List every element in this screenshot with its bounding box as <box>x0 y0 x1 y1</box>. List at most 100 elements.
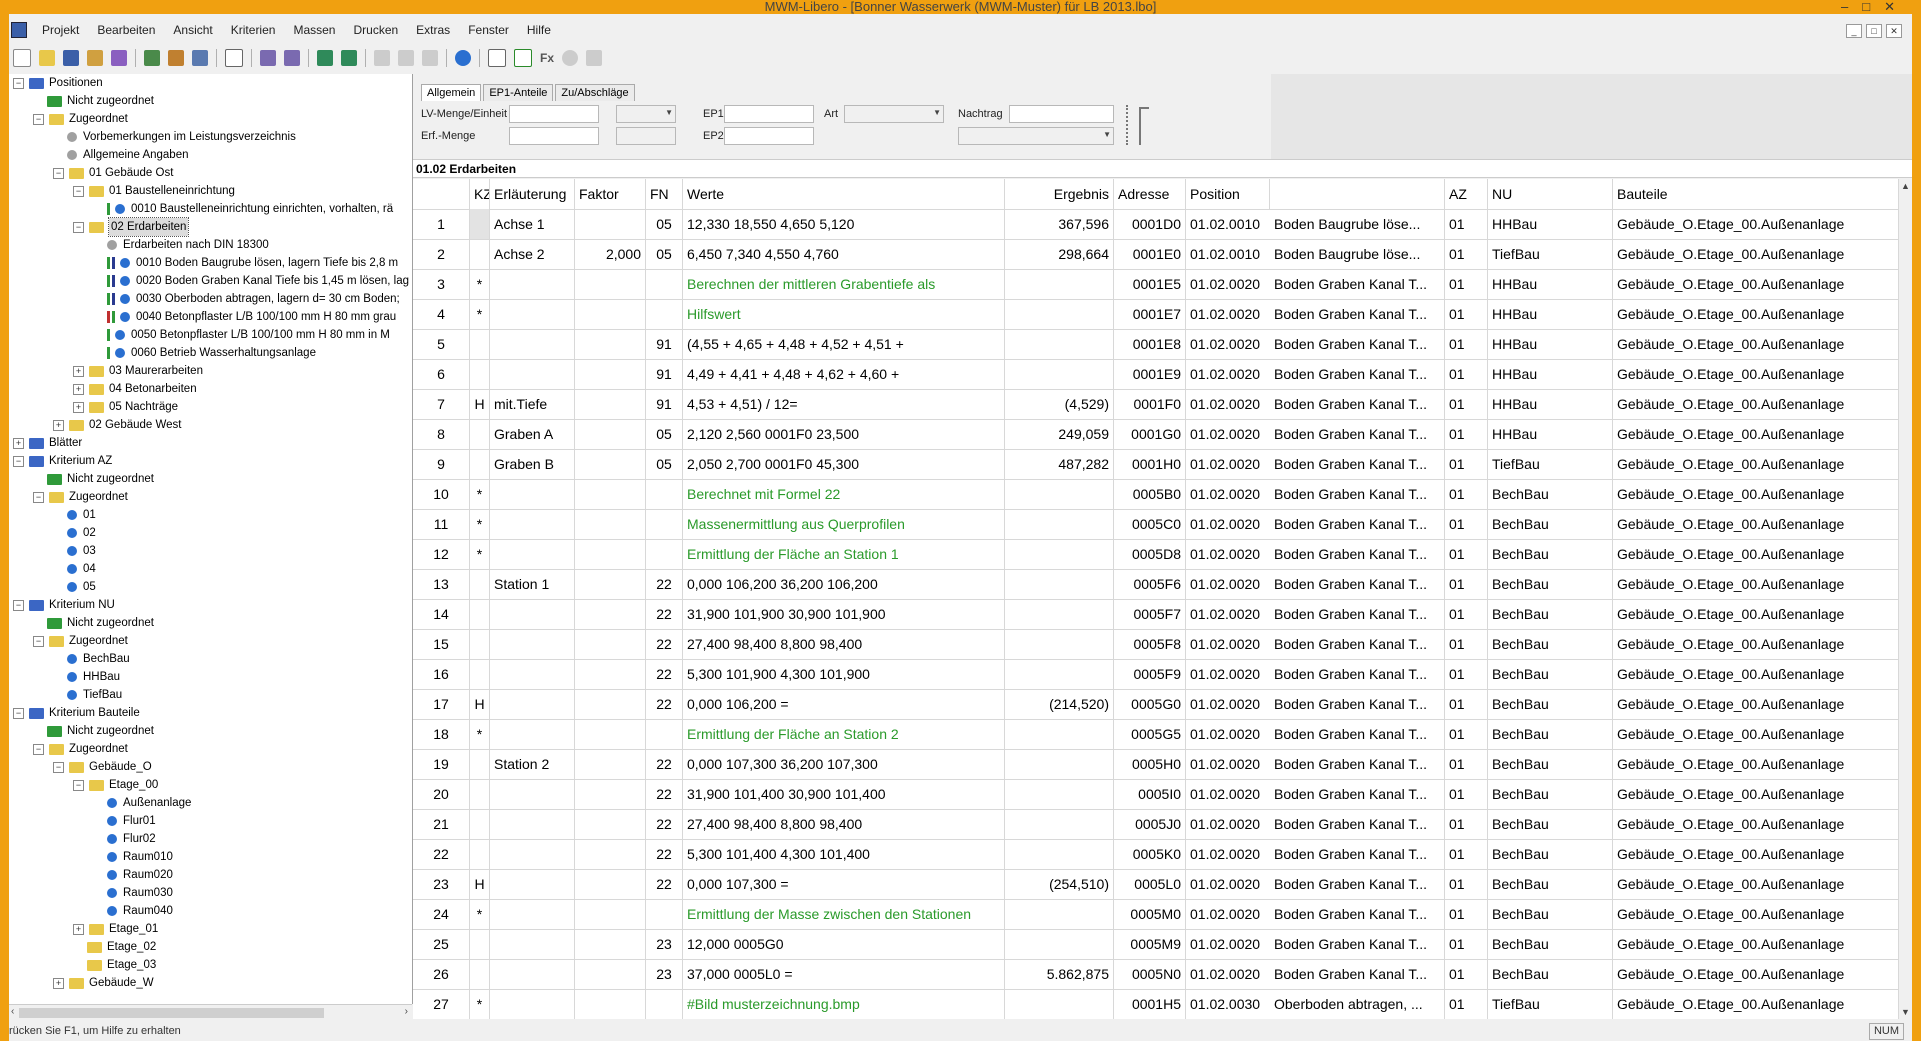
cell-werte[interactable]: 31,900 101,400 30,900 101,400 <box>683 779 1005 809</box>
cell-kz[interactable] <box>470 959 490 989</box>
cell-adr[interactable]: 0005M0 <box>1114 899 1186 929</box>
grid-vertical-scrollbar[interactable]: ▲ ▼ <box>1899 179 1912 1019</box>
cell-az[interactable]: 01 <box>1445 809 1488 839</box>
cell-fn[interactable]: 05 <box>646 449 683 479</box>
cell-erl[interactable] <box>490 359 575 389</box>
cell-az[interactable]: 01 <box>1445 419 1488 449</box>
cell-adr[interactable]: 0001F0 <box>1114 389 1186 419</box>
cell-az[interactable]: 01 <box>1445 479 1488 509</box>
cell-pos[interactable]: 01.02.0020 <box>1186 929 1270 959</box>
ep1-input[interactable] <box>724 105 814 123</box>
fx-label[interactable]: Fx <box>540 51 554 65</box>
cell-bt[interactable]: Gebäude_O.Etage_00.Außenanlage <box>1613 329 1899 359</box>
cell-postext[interactable]: Boden Graben Kanal T... <box>1270 329 1445 359</box>
tree-node[interactable]: Außenanlage <box>93 794 191 812</box>
arrow-up-icon[interactable] <box>317 50 333 66</box>
tree-node[interactable]: Nicht zugeordnet <box>33 470 154 488</box>
cell-nu[interactable]: HHBau <box>1488 419 1613 449</box>
cell-fn[interactable]: 22 <box>646 749 683 779</box>
splitter-handle[interactable] <box>1126 105 1140 145</box>
cell-pos[interactable]: 01.02.0020 <box>1186 749 1270 779</box>
cell-fn[interactable]: 22 <box>646 779 683 809</box>
cell-erl[interactable] <box>490 839 575 869</box>
cell-kz[interactable] <box>470 239 490 269</box>
tree-node[interactable]: +02 Gebäude West <box>53 416 182 434</box>
table-row[interactable]: 6 91 4,49 + 4,41 + 4,48 + 4,62 + 4,60 + 000… <box>413 359 1899 390</box>
cell-adr[interactable]: 0005L0 <box>1114 869 1186 899</box>
transfer-icon[interactable] <box>192 50 208 66</box>
cell-pos[interactable]: 01.02.0020 <box>1186 779 1270 809</box>
cell-pos[interactable]: 01.02.0020 <box>1186 959 1270 989</box>
cell-bt[interactable]: Gebäude_O.Etage_00.Außenanlage <box>1613 689 1899 719</box>
fn-header[interactable]: FN <box>646 179 683 209</box>
erlaeuterung-header[interactable]: Erläuterung <box>490 179 575 209</box>
cell-kz[interactable] <box>470 629 490 659</box>
cell-postext[interactable]: Oberboden abtragen, ... <box>1270 989 1445 1019</box>
menu-item[interactable]: Hilfe <box>518 23 560 37</box>
expand-icon[interactable]: + <box>73 383 84 395</box>
cell-postext[interactable]: Boden Graben Kanal T... <box>1270 839 1445 869</box>
cell-adr[interactable]: 0005B0 <box>1114 479 1186 509</box>
tree-node[interactable]: Nicht zugeordnet <box>33 92 154 110</box>
position-text-header[interactable] <box>1270 179 1445 209</box>
cell-kz[interactable]: * <box>470 479 490 509</box>
cell-kz[interactable] <box>470 209 490 239</box>
cell-pos[interactable]: 01.02.0020 <box>1186 809 1270 839</box>
cell-bt[interactable]: Gebäude_O.Etage_00.Außenanlage <box>1613 569 1899 599</box>
cell-bt[interactable]: Gebäude_O.Etage_00.Außenanlage <box>1613 299 1899 329</box>
cell-az[interactable]: 01 <box>1445 629 1488 659</box>
cell-az[interactable]: 01 <box>1445 569 1488 599</box>
cell-pos[interactable]: 01.02.0020 <box>1186 419 1270 449</box>
cell-nu[interactable]: BechBau <box>1488 779 1613 809</box>
cell-bt[interactable]: Gebäude_O.Etage_00.Außenanlage <box>1613 659 1899 689</box>
books-icon[interactable] <box>111 50 127 66</box>
cell-bt[interactable]: Gebäude_O.Etage_00.Außenanlage <box>1613 869 1899 899</box>
cell-erl[interactable]: mit.Tiefe <box>490 389 575 419</box>
cell-faktor[interactable] <box>575 779 646 809</box>
cell-faktor[interactable] <box>575 359 646 389</box>
cell-erg[interactable] <box>1005 509 1114 539</box>
cell-bt[interactable]: Gebäude_O.Etage_00.Außenanlage <box>1613 449 1899 479</box>
cell-faktor[interactable] <box>575 419 646 449</box>
new-icon[interactable] <box>13 49 31 67</box>
cell-nu[interactable]: HHBau <box>1488 329 1613 359</box>
cell-pos[interactable]: 01.02.0020 <box>1186 359 1270 389</box>
ep2-input[interactable] <box>724 127 814 145</box>
cell-fn[interactable]: 05 <box>646 239 683 269</box>
tree-node[interactable]: 0030 Oberboden abtragen, lagern d= 30 cm… <box>93 290 400 308</box>
tree-node[interactable]: Flur01 <box>93 812 156 830</box>
adresse-header[interactable]: Adresse <box>1114 179 1186 209</box>
tree-node[interactable]: Raum010 <box>93 848 173 866</box>
cell-faktor[interactable] <box>575 509 646 539</box>
cell-faktor[interactable] <box>575 269 646 299</box>
tree-node[interactable]: Nicht zugeordnet <box>33 722 154 740</box>
restore-icon[interactable]: □ <box>1866 24 1882 38</box>
cell-fn[interactable]: 91 <box>646 329 683 359</box>
cell-fn[interactable]: 22 <box>646 839 683 869</box>
help-icon[interactable] <box>455 50 471 66</box>
cell-pos[interactable]: 01.02.0020 <box>1186 509 1270 539</box>
tab-ep1-anteile[interactable]: EP1-Anteile <box>483 84 554 101</box>
cell-werte[interactable]: 27,400 98,400 8,800 98,400 <box>683 629 1005 659</box>
cell-faktor[interactable] <box>575 989 646 1019</box>
table-row[interactable]: 12 * Ermittlung der Fläche an Station 1 000… <box>413 539 1899 570</box>
tree-node[interactable]: 02 <box>53 524 96 542</box>
tree-node[interactable]: + Gebäude_W <box>53 974 154 992</box>
cell-nu[interactable]: BechBau <box>1488 839 1613 869</box>
cell-nu[interactable]: BechBau <box>1488 689 1613 719</box>
tree-node[interactable]: Raum020 <box>93 866 173 884</box>
cell-kz[interactable] <box>470 569 490 599</box>
cell-pos[interactable]: 01.02.0020 <box>1186 869 1270 899</box>
cell-kz[interactable] <box>470 599 490 629</box>
cell-bt[interactable]: Gebäude_O.Etage_00.Außenanlage <box>1613 809 1899 839</box>
cell-erg[interactable]: (4,529) <box>1005 389 1114 419</box>
cell-az[interactable]: 01 <box>1445 989 1488 1019</box>
tree-node[interactable]: 0010 Boden Baugrube lösen, lagern Tiefe … <box>93 254 398 272</box>
cell-postext[interactable]: Boden Graben Kanal T... <box>1270 269 1445 299</box>
cell-fn[interactable] <box>646 719 683 749</box>
tree-node[interactable]: − 01 Baustelleneinrichtung <box>73 182 235 200</box>
tree-node[interactable]: Erdarbeiten nach DIN 18300 <box>93 236 269 254</box>
cell-erl[interactable] <box>490 809 575 839</box>
table-row[interactable]: 22 22 5,300 101,400 4,300 101,400 0005K0 01.… <box>413 839 1899 870</box>
cell-faktor[interactable] <box>575 809 646 839</box>
